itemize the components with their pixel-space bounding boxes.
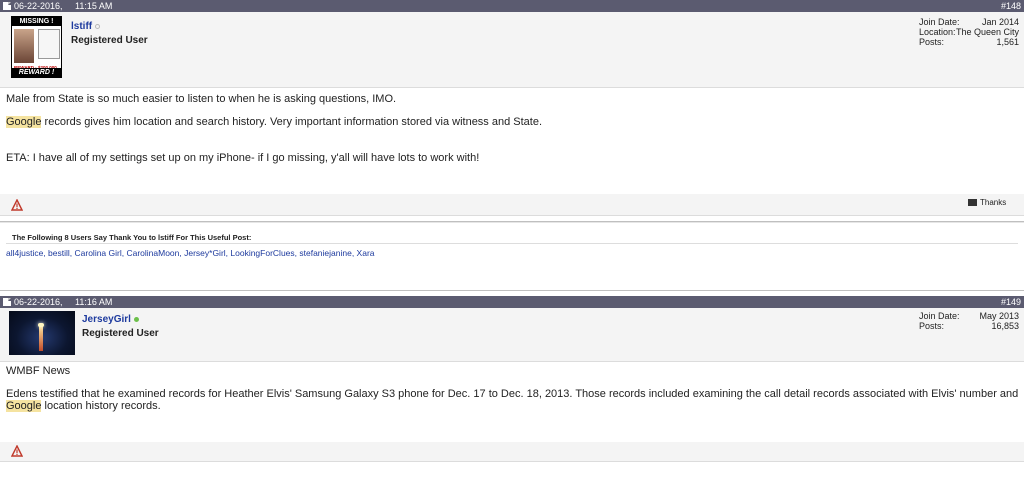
post-body: WMBF News Edens testified that he examin… <box>0 362 1024 442</box>
post-doc-icon <box>3 298 11 306</box>
user-stats: Join Date: May 2013 Posts: 16,853 <box>919 311 1019 331</box>
user-info-bar: MISSING ! REWARD · $200,000 REWARD ! lst… <box>0 12 1024 88</box>
offline-status-icon <box>95 23 101 29</box>
thanks-icon <box>968 199 977 206</box>
post-number-link[interactable]: #149 <box>1001 296 1021 308</box>
user-stats: Join Date: Jan 2014 Location: The Queen Ci… <box>919 17 1019 47</box>
post-text-line: Male from State is so much easier to lis… <box>6 93 397 105</box>
highlighted-keyword: Google <box>6 400 42 412</box>
join-date: May 2013 <box>979 311 1019 321</box>
avatar[interactable] <box>9 311 75 355</box>
join-date: Jan 2014 <box>981 17 1019 27</box>
location: The Queen City <box>955 27 1019 37</box>
user-title: Registered User <box>82 328 159 339</box>
thanks-box: The Following 8 Users Say Thank You to l… <box>0 222 1024 290</box>
online-status-icon <box>133 316 139 322</box>
avatar-photo <box>14 29 34 63</box>
post-148: 06-22-2016, 11:15 AM #148 MISSING ! REWA… <box>0 0 1024 290</box>
post-count: 16,853 <box>991 321 1019 331</box>
post-text-line: WMBF News <box>6 365 71 377</box>
avatar-info-box <box>38 29 60 59</box>
post-text-line: ETA: I have all of my settings set up on… <box>6 152 480 164</box>
post-number-link[interactable]: #148 <box>1001 0 1021 12</box>
report-warning-icon[interactable] <box>11 445 23 457</box>
lighthouse-shape <box>39 325 43 351</box>
lighthouse-light <box>38 323 44 327</box>
post-body: Male from State is so much easier to lis… <box>0 88 1024 194</box>
post-text-line: Edens testified that he examined records… <box>6 388 1019 400</box>
user-title: Registered User <box>71 35 148 46</box>
post-date: 06-22-2016, 11:15 AM <box>14 1 113 11</box>
highlighted-keyword: Google <box>6 116 42 128</box>
post-header: 06-22-2016, 11:16 AM #149 <box>0 296 1024 308</box>
thanks-button[interactable]: Thanks <box>968 198 1006 207</box>
username-link[interactable]: lstiff <box>71 21 92 32</box>
thanks-user-links[interactable]: all4justice, bestill, Carolina Girl, Car… <box>6 248 375 258</box>
post-count: 1,561 <box>996 37 1019 47</box>
post-footer: Thanks <box>0 194 1024 216</box>
report-warning-icon[interactable] <box>11 199 23 211</box>
post-149: 06-22-2016, 11:16 AM #149 JerseyGirl Reg… <box>0 296 1024 462</box>
post-header: 06-22-2016, 11:15 AM #148 <box>0 0 1024 12</box>
post-date: 06-22-2016, 11:16 AM <box>14 297 113 307</box>
post-footer <box>0 442 1024 462</box>
post-text-line: Google location history records. <box>6 400 161 412</box>
thanks-title: The Following 8 Users Say Thank You to l… <box>12 233 252 242</box>
username-link[interactable]: JerseyGirl <box>82 314 131 325</box>
avatar[interactable]: MISSING ! REWARD · $200,000 REWARD ! <box>11 16 62 78</box>
post-text-line: Google records gives him location and se… <box>6 116 543 128</box>
user-info-bar: JerseyGirl Registered User Join Date: May… <box>0 308 1024 362</box>
post-doc-icon <box>3 2 11 10</box>
thanks-divider <box>6 243 1018 244</box>
